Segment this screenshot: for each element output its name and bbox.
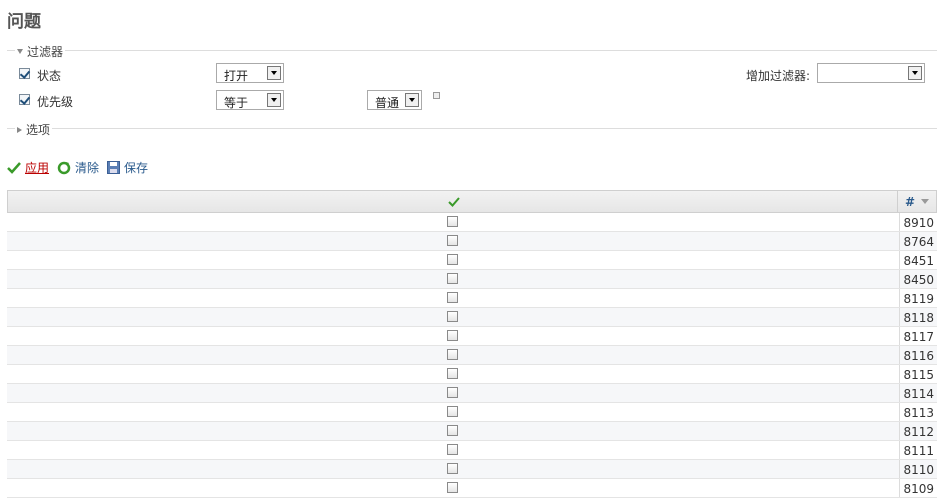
expand-arrow-icon bbox=[17, 126, 22, 133]
priority-operator-select[interactable]: 等于 bbox=[216, 90, 284, 110]
table-body: 8910 8764 8451 8450 8119 8118 8117 8116 8115 8114… bbox=[7, 213, 937, 498]
priority-value-select[interactable]: 普通 bbox=[367, 90, 422, 110]
reload-icon bbox=[57, 161, 71, 174]
apply-button[interactable]: 应用 bbox=[7, 159, 49, 176]
row-checkbox[interactable] bbox=[447, 406, 458, 417]
page-title: 问题 bbox=[7, 12, 41, 32]
table-row[interactable]: 8115 bbox=[7, 365, 937, 384]
dropdown-arrow-icon bbox=[267, 93, 281, 107]
filters-legend[interactable]: 过滤器 bbox=[15, 43, 66, 60]
row-checkbox[interactable] bbox=[447, 349, 458, 360]
issue-number[interactable]: 8119 bbox=[899, 289, 937, 307]
table-row[interactable]: 8113 bbox=[7, 403, 937, 422]
table-row[interactable]: 8119 bbox=[7, 289, 937, 308]
row-checkbox[interactable] bbox=[447, 368, 458, 379]
issue-number[interactable]: 8109 bbox=[899, 479, 937, 497]
save-icon bbox=[107, 161, 121, 174]
issue-number[interactable]: 8450 bbox=[899, 270, 937, 288]
table-header: # bbox=[7, 190, 937, 213]
issue-number[interactable]: 8118 bbox=[899, 308, 937, 326]
row-checkbox[interactable] bbox=[447, 425, 458, 436]
sort-desc-icon bbox=[921, 199, 930, 204]
collapse-arrow-icon bbox=[17, 49, 23, 54]
issue-number[interactable]: 8117 bbox=[899, 327, 937, 345]
row-checkbox[interactable] bbox=[447, 444, 458, 455]
priority-filter-checkbox[interactable] bbox=[19, 94, 30, 105]
save-label: 保存 bbox=[124, 161, 149, 175]
priority-value: 普通 bbox=[375, 96, 400, 110]
priority-filter-label: 优先级 bbox=[37, 95, 74, 109]
dropdown-arrow-icon bbox=[908, 66, 922, 80]
status-operator-select[interactable]: 打开 bbox=[216, 63, 284, 83]
status-operator-value: 打开 bbox=[224, 69, 249, 83]
issue-number[interactable]: 8116 bbox=[899, 346, 937, 364]
issues-table: # 8910 8764 8451 8450 8119 8118 8117 8116 8115 81… bbox=[7, 190, 937, 498]
remove-filter-icon[interactable] bbox=[433, 92, 440, 99]
add-filter-label: 增加过滤器: bbox=[746, 69, 811, 83]
options-legend-label: 选项 bbox=[26, 123, 51, 137]
issue-number[interactable]: 8451 bbox=[899, 251, 937, 269]
table-row[interactable]: 8112 bbox=[7, 422, 937, 441]
status-filter-checkbox[interactable] bbox=[19, 68, 30, 79]
table-row[interactable]: 8116 bbox=[7, 346, 937, 365]
save-button[interactable]: 保存 bbox=[107, 159, 148, 176]
row-checkbox[interactable] bbox=[447, 482, 458, 493]
status-filter-label: 状态 bbox=[37, 69, 62, 83]
dropdown-arrow-icon bbox=[405, 93, 419, 107]
table-row[interactable]: 8114 bbox=[7, 384, 937, 403]
filters-legend-label: 过滤器 bbox=[27, 45, 64, 59]
table-row[interactable]: 8764 bbox=[7, 232, 937, 251]
row-checkbox[interactable] bbox=[447, 387, 458, 398]
options-divider bbox=[7, 128, 937, 129]
apply-label: 应用 bbox=[25, 161, 50, 175]
row-checkbox[interactable] bbox=[447, 311, 458, 322]
row-checkbox[interactable] bbox=[447, 235, 458, 246]
add-filter-select[interactable] bbox=[817, 63, 925, 83]
checkmark-icon bbox=[7, 161, 21, 174]
table-row[interactable]: 8910 bbox=[7, 213, 937, 232]
options-legend[interactable]: 选项 bbox=[15, 121, 53, 138]
clear-label: 清除 bbox=[75, 161, 100, 175]
row-checkbox[interactable] bbox=[447, 292, 458, 303]
issue-number[interactable]: 8910 bbox=[899, 213, 937, 231]
toggle-all-checkbox[interactable] bbox=[448, 196, 460, 210]
table-row[interactable]: 8111 bbox=[7, 441, 937, 460]
query-actions: 应用 清除 保存 bbox=[7, 159, 156, 176]
issue-number[interactable]: 8113 bbox=[899, 403, 937, 421]
issue-number[interactable]: 8114 bbox=[899, 384, 937, 402]
issue-number[interactable]: 8112 bbox=[899, 422, 937, 440]
table-row[interactable]: 8118 bbox=[7, 308, 937, 327]
issue-number[interactable]: 8115 bbox=[899, 365, 937, 383]
table-row[interactable]: 8451 bbox=[7, 251, 937, 270]
number-column-header[interactable]: # bbox=[897, 191, 936, 212]
checkmark-icon bbox=[448, 197, 460, 207]
priority-operator-value: 等于 bbox=[224, 96, 249, 110]
number-column-label: # bbox=[904, 194, 916, 209]
filters-divider bbox=[7, 50, 937, 51]
issue-number[interactable]: 8110 bbox=[899, 460, 937, 478]
row-checkbox[interactable] bbox=[447, 216, 458, 227]
table-row[interactable]: 8450 bbox=[7, 270, 937, 289]
table-row[interactable]: 8109 bbox=[7, 479, 937, 498]
issue-number[interactable]: 8111 bbox=[899, 441, 937, 459]
clear-button[interactable]: 清除 bbox=[57, 159, 99, 176]
table-row[interactable]: 8110 bbox=[7, 460, 937, 479]
row-checkbox[interactable] bbox=[447, 254, 458, 265]
row-checkbox[interactable] bbox=[447, 330, 458, 341]
issue-number[interactable]: 8764 bbox=[899, 232, 937, 250]
dropdown-arrow-icon bbox=[267, 66, 281, 80]
row-checkbox[interactable] bbox=[447, 463, 458, 474]
table-row[interactable]: 8117 bbox=[7, 327, 937, 346]
row-checkbox[interactable] bbox=[447, 273, 458, 284]
